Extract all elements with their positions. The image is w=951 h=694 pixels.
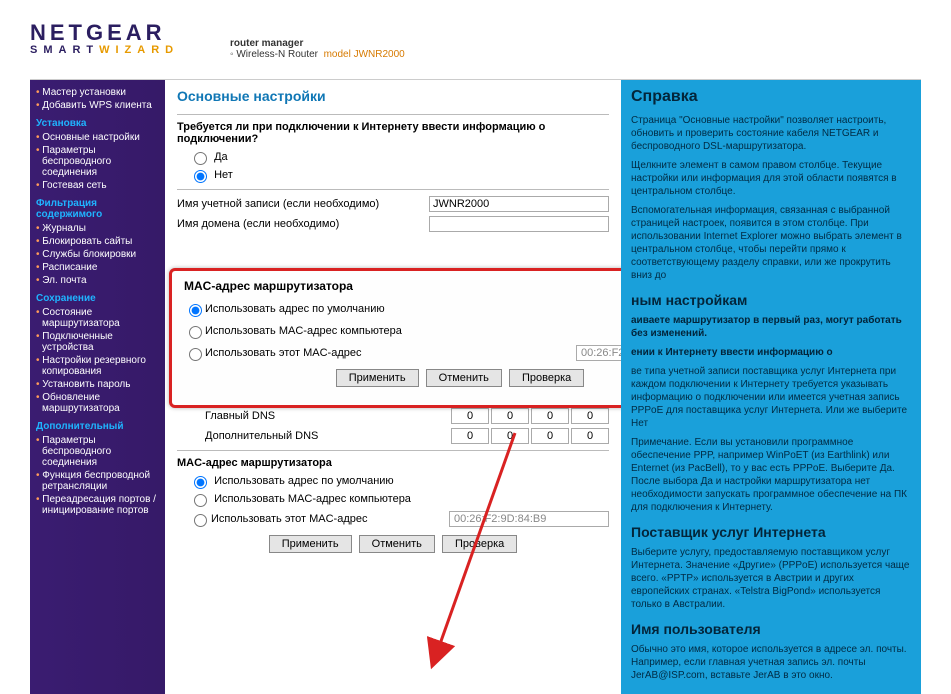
login-yes-radio[interactable] xyxy=(194,152,207,165)
sidebar-item-logs[interactable]: Журналы xyxy=(34,222,161,235)
sidebar-item-router-status[interactable]: Состояние маршрутизатора xyxy=(34,306,161,330)
login-yes-label: Да xyxy=(214,151,228,163)
app-header: NETGEAR SMARTWIZARD router manager ◦ Wir… xyxy=(30,20,921,80)
sidebar-head-setup: Установка xyxy=(36,118,161,129)
help-p4: аиваете маршрутизатор в первый раз, могу… xyxy=(631,314,911,340)
primary-dns-label: Главный DNS xyxy=(205,410,451,422)
help-sub-username: Имя пользователя xyxy=(631,621,911,637)
sidebar-item-basic-settings[interactable]: Основные настройки xyxy=(34,131,161,144)
help-p8: Выберите услугу, предоставляемую поставщ… xyxy=(631,546,911,611)
overlay-mac-input[interactable] xyxy=(576,345,621,361)
login-question: Требуется ли при подключении к Интернету… xyxy=(177,121,609,145)
overlay-mac-computer-label: Использовать MAC-адрес компьютера xyxy=(205,325,621,337)
login-no-label: Нет xyxy=(214,169,233,181)
sidebar-item-guest-network[interactable]: Гостевая сеть xyxy=(34,179,161,192)
sidebar-item-block-services[interactable]: Службы блокировки xyxy=(34,248,161,261)
help-p3: Вспомогательная информация, связанная с … xyxy=(631,204,911,282)
help-p9: Обычно это имя, которое используется в а… xyxy=(631,643,911,682)
sidebar-head-filter: Фильтрация содержимого xyxy=(36,198,161,220)
primary-dns-oct4[interactable] xyxy=(571,408,609,424)
page-title: Основные настройки xyxy=(177,88,609,104)
account-name-input[interactable] xyxy=(429,196,609,212)
overlay-mac-custom-label: Использовать этот MAC-адрес xyxy=(205,347,576,359)
router-info: router manager ◦ Wireless-N Router model… xyxy=(230,38,405,60)
overlay-mac-custom-radio[interactable] xyxy=(189,348,202,361)
mac-default-radio[interactable] xyxy=(194,476,207,489)
help-p6: ве типа учетной записи поставщика услуг … xyxy=(631,365,911,430)
sidebar-item-wireless-settings[interactable]: Параметры беспроводного соединения xyxy=(34,144,161,179)
help-panel: Справка Страница "Основные настройки" по… xyxy=(621,80,921,694)
overlay-cancel-button[interactable]: Отменить xyxy=(426,369,502,387)
sidebar-item-setup-wizard[interactable]: Мастер установки xyxy=(34,86,161,99)
domain-name-label: Имя домена (если необходимо) xyxy=(177,218,429,230)
highlighted-mac-section: MAC-адрес маршрутизатора Использовать ад… xyxy=(169,268,621,408)
logo: NETGEAR SMARTWIZARD xyxy=(30,20,179,56)
overlay-mac-default-label: Использовать адрес по умолчанию xyxy=(205,303,621,315)
mac-computer-label: Использовать MAC-адрес компьютера xyxy=(214,493,411,505)
mac-default-label: Использовать адрес по умолчанию xyxy=(214,475,394,487)
sidebar-item-adv-wireless[interactable]: Параметры беспроводного соединения xyxy=(34,434,161,469)
mac-custom-label: Использовать этот MAC-адрес xyxy=(211,513,449,525)
button-bar-bottom: Применить Отменить Проверка xyxy=(177,535,609,553)
primary-dns-oct3[interactable] xyxy=(531,408,569,424)
sidebar-item-backup-settings[interactable]: Настройки резервного копирования xyxy=(34,354,161,378)
primary-dns-oct1[interactable] xyxy=(451,408,489,424)
help-sub-isp: Поставщик услуг Интернета xyxy=(631,524,911,540)
overlay-title: MAC-адрес маршрутизатора xyxy=(184,279,621,293)
mac-computer-radio[interactable] xyxy=(194,494,207,507)
help-p7: Примечание. Если вы установили программн… xyxy=(631,436,911,514)
help-sub-partial: ным настройкам xyxy=(631,292,911,308)
sidebar-item-add-wps[interactable]: Добавить WPS клиента xyxy=(34,99,161,112)
secondary-dns-oct4[interactable] xyxy=(571,428,609,444)
domain-name-input[interactable] xyxy=(429,216,609,232)
sidebar-item-repeater[interactable]: Функция беспроводной ретрансляции xyxy=(34,469,161,493)
sidebar-item-block-sites[interactable]: Блокировать сайты xyxy=(34,235,161,248)
overlay-apply-button[interactable]: Применить xyxy=(336,369,419,387)
sidebar-item-email[interactable]: Эл. почта xyxy=(34,274,161,287)
mac-custom-radio[interactable] xyxy=(194,514,207,527)
help-p1: Страница "Основные настройки" позволяет … xyxy=(631,114,911,153)
secondary-dns-oct3[interactable] xyxy=(531,428,569,444)
brand-text: NETGEAR xyxy=(30,20,179,46)
sidebar-item-schedule[interactable]: Расписание xyxy=(34,261,161,274)
sidebar-item-set-password[interactable]: Установить пароль xyxy=(34,378,161,391)
main-panel: Основные настройки Требуется ли при подк… xyxy=(165,80,621,694)
sidebar-item-attached-devices[interactable]: Подключенные устройства xyxy=(34,330,161,354)
overlay-button-bar: Применить Отменить Проверка xyxy=(184,369,621,387)
overlay-test-button[interactable]: Проверка xyxy=(509,369,584,387)
help-p5: ении к Интернету ввести информацию о xyxy=(631,346,911,359)
apply-button-bottom[interactable]: Применить xyxy=(269,535,352,553)
help-title: Справка xyxy=(631,88,911,106)
sidebar-item-router-upgrade[interactable]: Обновление маршрутизатора xyxy=(34,391,161,415)
login-no-radio[interactable] xyxy=(194,170,207,183)
overlay-mac-default-radio[interactable] xyxy=(189,304,202,317)
overlay-mac-computer-radio[interactable] xyxy=(189,326,202,339)
sidebar-head-maintenance: Сохранение xyxy=(36,293,161,304)
sidebar-head-advanced: Дополнительный xyxy=(36,421,161,432)
account-name-label: Имя учетной записи (если необходимо) xyxy=(177,198,429,210)
sidebar: Мастер установки Добавить WPS клиента Ус… xyxy=(30,80,165,694)
primary-dns-oct2[interactable] xyxy=(491,408,529,424)
sidebar-item-port-forwarding[interactable]: Переадресация портов / инициирование пор… xyxy=(34,493,161,517)
annotation-arrow xyxy=(415,428,535,678)
mac-section-title: MAC-адрес маршрутизатора xyxy=(177,457,609,469)
smartwizard-text: SMARTWIZARD xyxy=(30,44,179,56)
help-p2: Щелкните элемент в самом правом столбце.… xyxy=(631,159,911,198)
